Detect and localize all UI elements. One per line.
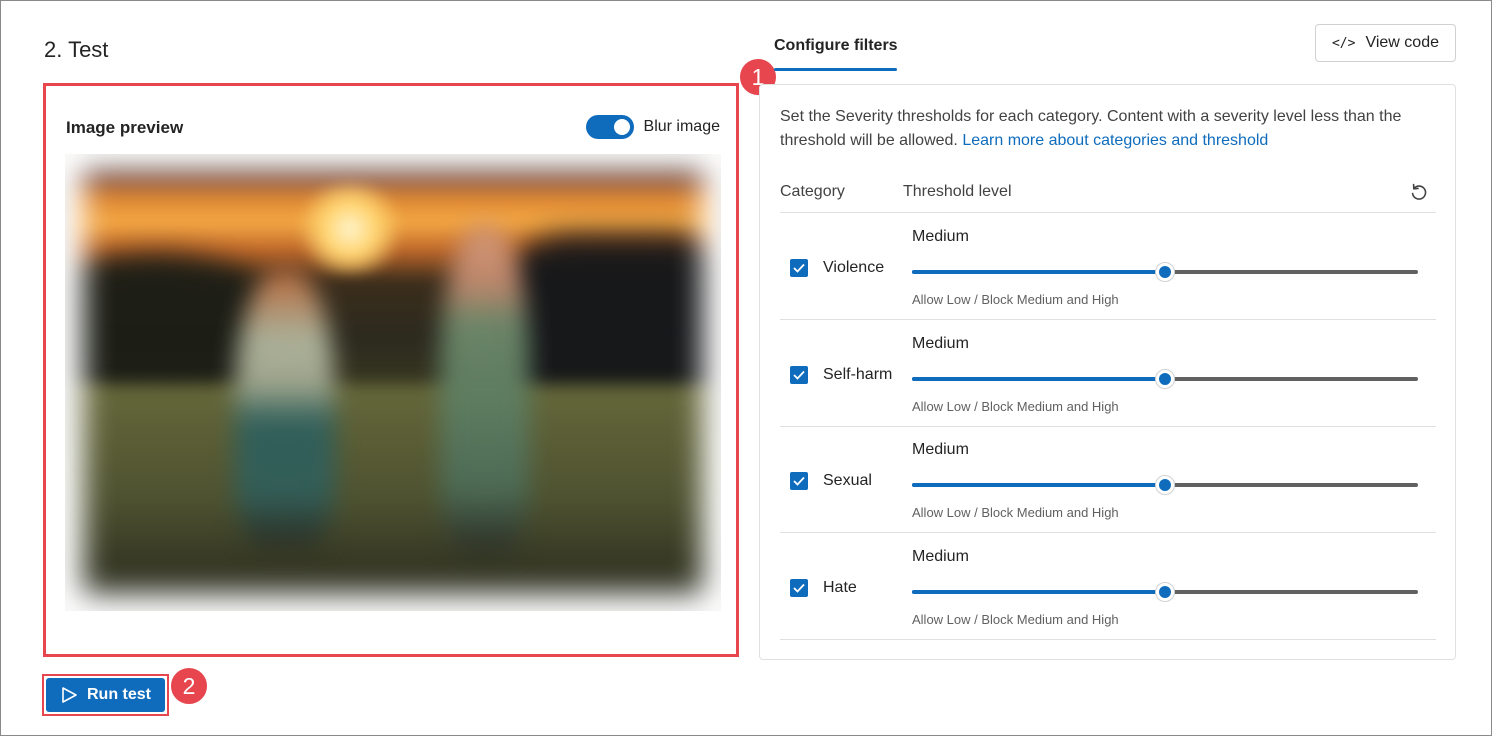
play-icon [62, 687, 77, 703]
threshold-level-label: Medium [912, 548, 969, 565]
tab-configure-filters[interactable]: Configure filters [774, 37, 898, 55]
filters-table-header: Category Threshold level [780, 181, 1436, 213]
slider-thumb[interactable] [1155, 262, 1175, 282]
slider-thumb[interactable] [1155, 369, 1175, 389]
filters-description: Set the Severity thresholds for each cat… [780, 105, 1440, 153]
category-label: Self-harm [823, 366, 893, 383]
threshold-hint: Allow Low / Block Medium and High [912, 399, 1119, 414]
view-code-button[interactable]: </> View code [1315, 24, 1456, 62]
run-test-label: Run test [87, 686, 151, 703]
category-column-header: Category [780, 183, 845, 200]
threshold-level-label: Medium [912, 228, 969, 245]
toggle-switch[interactable] [585, 115, 634, 139]
blur-image-toggle[interactable]: Blur image [585, 115, 720, 139]
threshold-hint: Allow Low / Block Medium and High [912, 612, 1119, 627]
category-label: Violence [823, 259, 885, 276]
threshold-level-label: Medium [912, 335, 969, 352]
slider-thumb[interactable] [1155, 475, 1175, 495]
threshold-hint: Allow Low / Block Medium and High [912, 505, 1119, 520]
hate-threshold-slider[interactable] [912, 582, 1418, 602]
filter-row-sexual: Sexual Medium Allow Low / Block Medium a… [780, 427, 1436, 533]
reset-icon[interactable] [1408, 181, 1430, 203]
sexual-checkbox[interactable] [790, 472, 808, 490]
view-code-label: View code [1365, 34, 1439, 51]
filter-row-self-harm: Self-harm Medium Allow Low / Block Mediu… [780, 321, 1436, 427]
filter-row-violence: Violence Medium Allow Low / Block Medium… [780, 214, 1436, 320]
configure-filters-panel: Set the Severity thresholds for each cat… [759, 84, 1456, 660]
code-icon: </> [1331, 35, 1356, 51]
learn-more-link[interactable]: Learn more about categories and threshol… [962, 132, 1268, 149]
category-label: Hate [823, 579, 857, 596]
violence-threshold-slider[interactable] [912, 262, 1418, 282]
active-tab-indicator [774, 68, 897, 71]
violence-checkbox[interactable] [790, 259, 808, 277]
run-test-button[interactable]: Run test [42, 674, 169, 716]
sexual-threshold-slider[interactable] [912, 475, 1418, 495]
filter-row-hate: Hate Medium Allow Low / Block Medium and… [780, 534, 1436, 640]
blurred-preview-image [65, 154, 721, 611]
blur-image-label: Blur image [643, 118, 720, 135]
self-harm-threshold-slider[interactable] [912, 369, 1418, 389]
threshold-column-header: Threshold level [903, 183, 1012, 200]
hate-checkbox[interactable] [790, 579, 808, 597]
self-harm-checkbox[interactable] [790, 366, 808, 384]
slider-thumb[interactable] [1155, 582, 1175, 602]
threshold-level-label: Medium [912, 441, 969, 458]
annotation-badge-2: 2 [169, 666, 209, 706]
image-preview-panel: Image preview Blur image [43, 83, 739, 657]
threshold-hint: Allow Low / Block Medium and High [912, 292, 1119, 307]
section-title: 2. Test [44, 37, 109, 62]
image-preview-title: Image preview [66, 118, 184, 137]
category-label: Sexual [823, 472, 872, 489]
